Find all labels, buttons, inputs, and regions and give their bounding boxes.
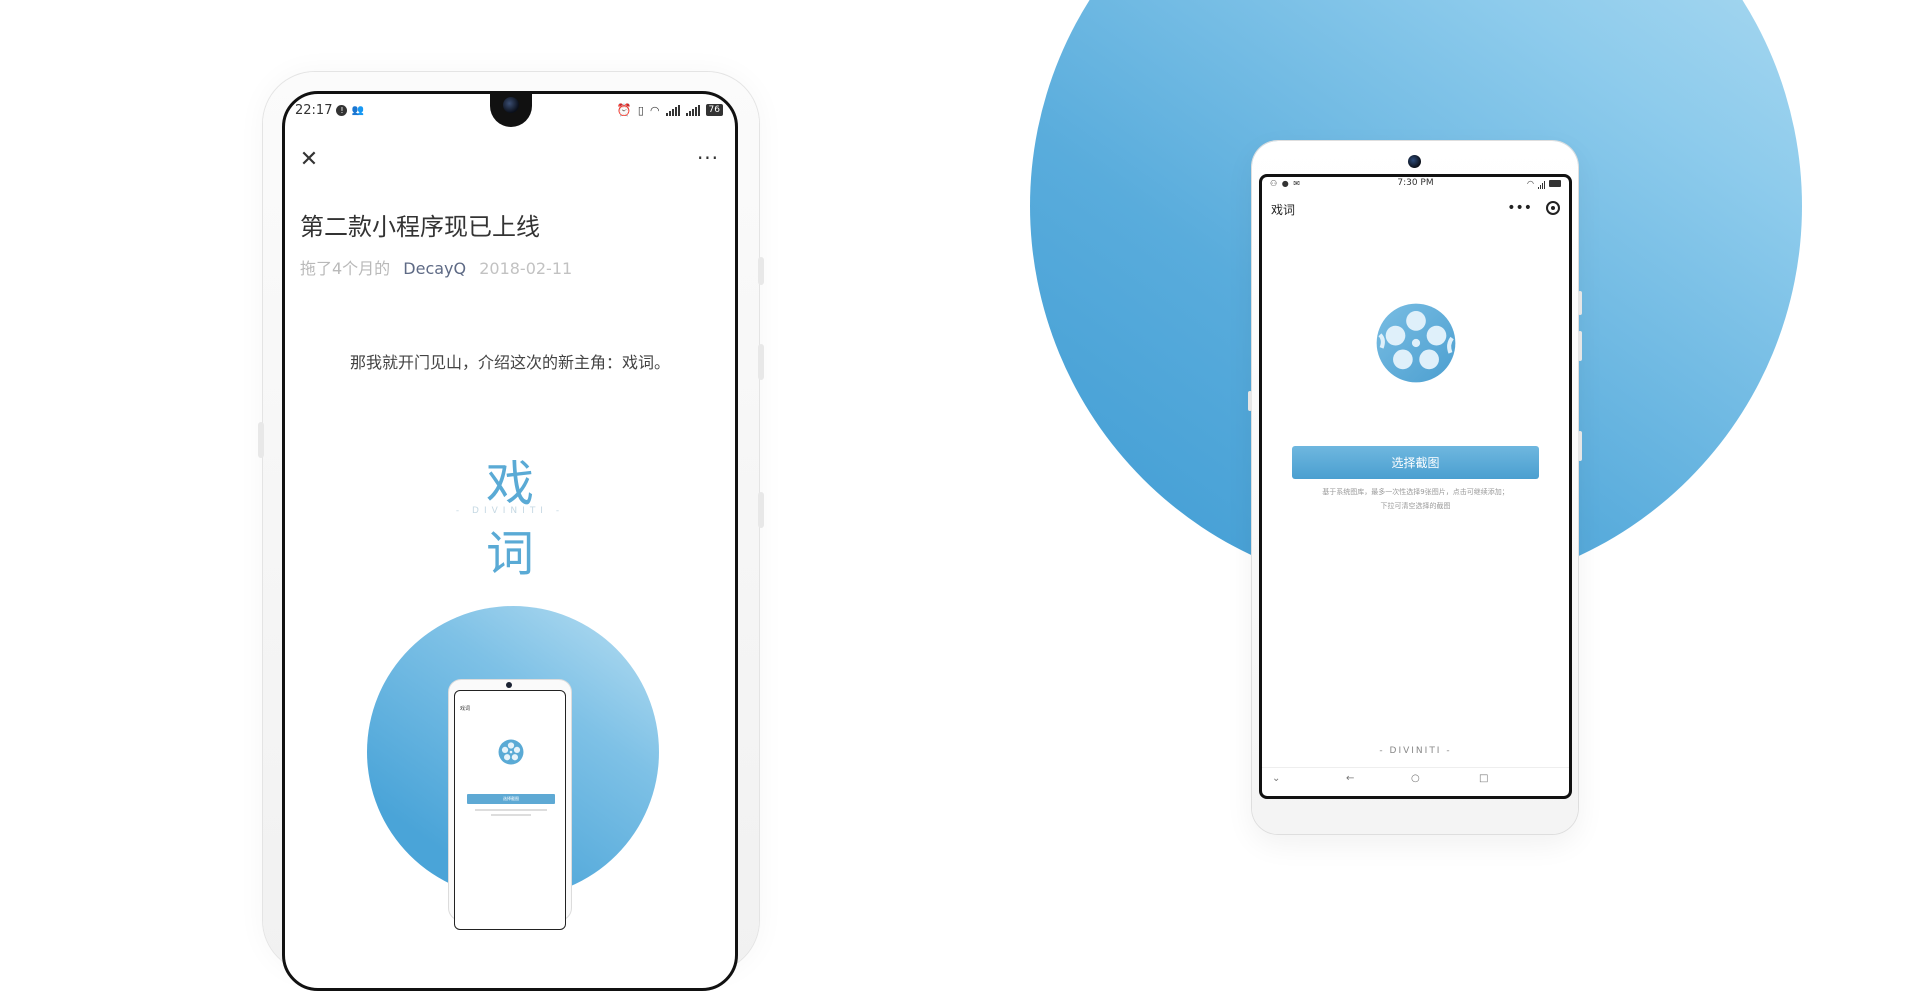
system-nav-bar: ⌄ ← ○ □	[1262, 767, 1569, 794]
alarm-icon: ⏰	[616, 103, 632, 117]
status-time: 7:30 PM	[1397, 178, 1434, 188]
status-bar-right: ⏰ ▯ ◠ 76	[617, 103, 723, 117]
signal-icon	[1538, 178, 1545, 189]
article-title: 第二款小程序现已上线	[300, 213, 540, 241]
nav-recents-icon[interactable]: □	[1479, 773, 1488, 784]
notch	[490, 94, 532, 127]
footer-brand: - DIVINITI -	[1379, 746, 1452, 756]
mini-hint-line	[491, 814, 531, 816]
status-bar-left: 22:17 ! 👥	[295, 103, 364, 118]
battery-icon: 76	[705, 104, 723, 116]
app-title: 戏词	[1271, 203, 1296, 217]
hint-text: 基于系统图库，最多一次性选择9张图片，点击可继续添加；	[1322, 488, 1509, 496]
logo-subtitle: - DIVINITI -	[455, 506, 565, 516]
film-reel-icon	[1376, 303, 1456, 383]
left-side-button	[1248, 391, 1252, 411]
article-image-phone: 戏词 选择截图	[449, 680, 571, 930]
user-icon: 👥	[351, 105, 364, 116]
film-reel-icon	[498, 739, 524, 765]
front-camera-icon	[506, 682, 512, 688]
signal-icon	[665, 104, 680, 116]
close-icon[interactable]: ✕	[297, 148, 321, 172]
mini-phone-screen: 戏词 选择截图	[454, 690, 566, 930]
mini-select-button: 选择截图	[467, 794, 555, 804]
right-side-button	[758, 257, 764, 285]
select-screenshot-button[interactable]: 选择截图	[1292, 446, 1539, 479]
right-phone-frame: ⚇ ● ✉ 7:30 PM ◠ 戏词 ••• 选择截图 基于系统图库，最多一次性…	[1248, 141, 1582, 834]
notification-badge-icon: !	[336, 105, 348, 116]
vibrate-icon: ▯	[637, 103, 644, 117]
front-camera-icon	[1408, 155, 1421, 168]
signal-icon	[685, 104, 700, 116]
left-phone-frame: 22:17 ! 👥 ⏰ ▯ ◠ 76 ✕ ··· 第二款小程序现已上线 拖了4个…	[258, 72, 764, 991]
article-paragraph: 那我就开门见山，介绍这次的新主角：戏词。	[349, 353, 670, 372]
mini-app-title: 戏词	[460, 706, 471, 712]
battery-icon	[1549, 180, 1561, 187]
right-side-button	[1578, 431, 1582, 461]
left-phone-screen: 22:17 ! 👥 ⏰ ▯ ◠ 76 ✕ ··· 第二款小程序现已上线 拖了4个…	[282, 91, 738, 991]
close-miniprogram-icon[interactable]	[1546, 201, 1560, 215]
status-right-icons: ◠	[1527, 178, 1561, 189]
wifi-icon: ◠	[1527, 179, 1534, 188]
app-logo: 戏词 - DIVINITI -	[435, 444, 585, 582]
front-camera-icon	[503, 97, 519, 113]
right-side-button	[758, 492, 764, 528]
nav-hide-icon[interactable]: ⌄	[1272, 773, 1280, 784]
right-side-button	[1578, 291, 1582, 315]
status-bar: ⚇ ● ✉ 7:30 PM ◠	[1262, 177, 1569, 191]
mini-hint-line	[475, 809, 547, 811]
miniprogram-capsule: •••	[1507, 201, 1560, 215]
status-time: 22:17	[295, 103, 333, 118]
right-side-button	[758, 344, 764, 380]
more-options-icon[interactable]: •••	[1507, 201, 1532, 215]
right-phone-screen: ⚇ ● ✉ 7:30 PM ◠ 戏词 ••• 选择截图 基于系统图库，最多一次性…	[1259, 174, 1572, 799]
more-options-icon[interactable]: ···	[695, 148, 721, 172]
meta-prefix: 拖了4个月的	[300, 259, 391, 278]
left-side-button	[258, 422, 264, 458]
author-link[interactable]: DecayQ	[403, 259, 466, 278]
nav-back-icon[interactable]: ←	[1346, 773, 1354, 784]
hint-text: 下拉可清空选择的截图	[1380, 502, 1451, 510]
publish-date: 2018-02-11	[479, 259, 573, 278]
article-meta: 拖了4个月的 DecayQ 2018-02-11	[300, 255, 572, 279]
nav-home-icon[interactable]: ○	[1411, 773, 1420, 784]
right-side-button	[1578, 331, 1582, 361]
wifi-icon: ◠	[649, 103, 660, 117]
